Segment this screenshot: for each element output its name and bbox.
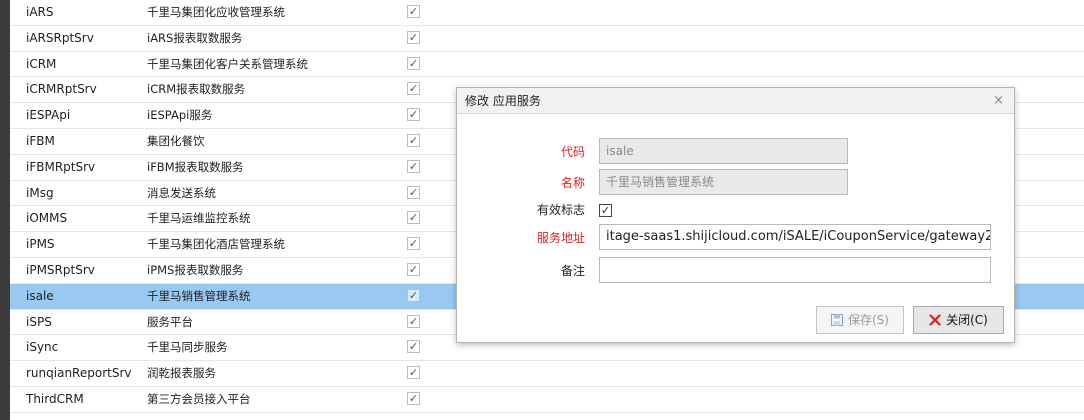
row-name: iESPApi服务	[147, 108, 213, 123]
row-valid-checkbox[interactable]: ✓	[407, 159, 420, 173]
row-code: iPMS	[26, 237, 55, 252]
row-code: iFBM	[26, 133, 55, 148]
dialog-title: 修改 应用服务	[465, 94, 541, 108]
table-row[interactable]: iCRM 千里马集团化客户关系管理系统 ✓	[10, 52, 1084, 78]
row-code: iOMMS	[26, 211, 68, 226]
row-name: iARS报表取数服务	[147, 30, 243, 45]
close-button[interactable]: 关闭(C)	[913, 306, 1004, 334]
valid-flag-checkbox[interactable]: ✓	[599, 204, 612, 217]
close-icon[interactable]: ×	[993, 88, 1004, 114]
row-valid-checkbox[interactable]: ✓	[407, 133, 420, 147]
row-name: 润乾报表服务	[147, 366, 216, 381]
save-button[interactable]: 保存(S)	[816, 306, 904, 334]
save-button-label: 保存(S)	[848, 313, 889, 327]
remark-label: 备注	[560, 264, 585, 278]
row-valid-checkbox[interactable]: ✓	[407, 366, 420, 380]
edit-service-dialog: 修改 应用服务 × 代码 isale 名称 千里马销售管理系统 有效标志 ✓ 服…	[456, 87, 1015, 343]
row-name: 千里马集团化酒店管理系统	[147, 237, 285, 252]
row-code: runqianReportSrv	[26, 366, 132, 381]
row-valid-checkbox[interactable]: ✓	[407, 391, 420, 405]
row-code: iFBMRptSrv	[26, 159, 96, 174]
row-valid-checkbox[interactable]: ✓	[407, 211, 420, 225]
close-button-label: 关闭(C)	[946, 313, 988, 327]
row-code: ThirdCRM	[26, 391, 84, 406]
code-field[interactable]: isale	[599, 138, 848, 164]
row-name: iCRM报表取数服务	[147, 82, 246, 97]
service-url-field[interactable]: itage-saas1.shijicloud.com/iSALE/iCoupon…	[599, 224, 991, 250]
service-url-label: 服务地址	[536, 231, 585, 245]
row-code: iARSRptSrv	[26, 30, 94, 45]
row-valid-checkbox[interactable]: ✓	[407, 314, 420, 328]
dialog-header[interactable]: 修改 应用服务 ×	[457, 88, 1014, 114]
left-panel-edge	[0, 0, 10, 420]
row-code: isale	[26, 288, 54, 303]
row-valid-checkbox[interactable]: ✓	[407, 340, 420, 354]
remark-field[interactable]	[599, 257, 991, 283]
row-code: iPMSRptSrv	[26, 262, 95, 277]
row-valid-checkbox[interactable]: ✓	[407, 185, 420, 199]
red-x-icon	[929, 314, 941, 326]
table-row[interactable]: runqianReportSrv 润乾报表服务 ✓	[10, 361, 1084, 387]
name-field[interactable]: 千里马销售管理系统	[599, 169, 848, 195]
row-valid-checkbox[interactable]: ✓	[407, 108, 420, 122]
row-code: iSPS	[26, 314, 52, 329]
row-code: iSync	[26, 340, 59, 355]
row-valid-checkbox[interactable]: ✓	[407, 5, 420, 18]
row-name: 千里马销售管理系统	[147, 288, 251, 303]
row-valid-checkbox[interactable]: ✓	[407, 237, 420, 251]
row-name: 服务平台	[147, 314, 193, 329]
row-name: 千里马集团化应收管理系统	[147, 5, 285, 19]
row-name: 千里马运维监控系统	[147, 211, 251, 226]
row-valid-checkbox[interactable]: ✓	[407, 288, 420, 302]
row-name: iFBM报表取数服务	[147, 159, 244, 174]
row-name: 千里马集团化客户关系管理系统	[147, 56, 308, 71]
row-code: iMsg	[26, 185, 54, 200]
row-name: iPMS报表取数服务	[147, 262, 244, 277]
row-name: 千里马同步服务	[147, 340, 228, 355]
table-row[interactable]: ThirdCRM 第三方会员接入平台 ✓	[10, 387, 1084, 413]
row-code: iCRMRptSrv	[26, 82, 97, 97]
row-code: iESPApi	[26, 108, 71, 123]
valid-flag-label: 有效标志	[536, 203, 585, 217]
row-valid-checkbox[interactable]: ✓	[407, 56, 420, 70]
row-valid-checkbox[interactable]: ✓	[407, 82, 420, 96]
row-name: 集团化餐饮	[147, 133, 205, 148]
floppy-disk-icon	[831, 314, 843, 326]
row-name: 消息发送系统	[147, 185, 216, 200]
table-row[interactable]: iARS 千里马集团化应收管理系统 ✓	[10, 0, 1084, 26]
code-label: 代码	[560, 145, 585, 159]
row-valid-checkbox[interactable]: ✓	[407, 30, 420, 44]
name-label: 名称	[560, 176, 585, 190]
row-code: iCRM	[26, 56, 57, 71]
row-valid-checkbox[interactable]: ✓	[407, 262, 420, 276]
table-row[interactable]: iARSRptSrv iARS报表取数服务 ✓	[10, 26, 1084, 52]
row-code: iARS	[26, 5, 54, 19]
row-name: 第三方会员接入平台	[147, 391, 251, 406]
